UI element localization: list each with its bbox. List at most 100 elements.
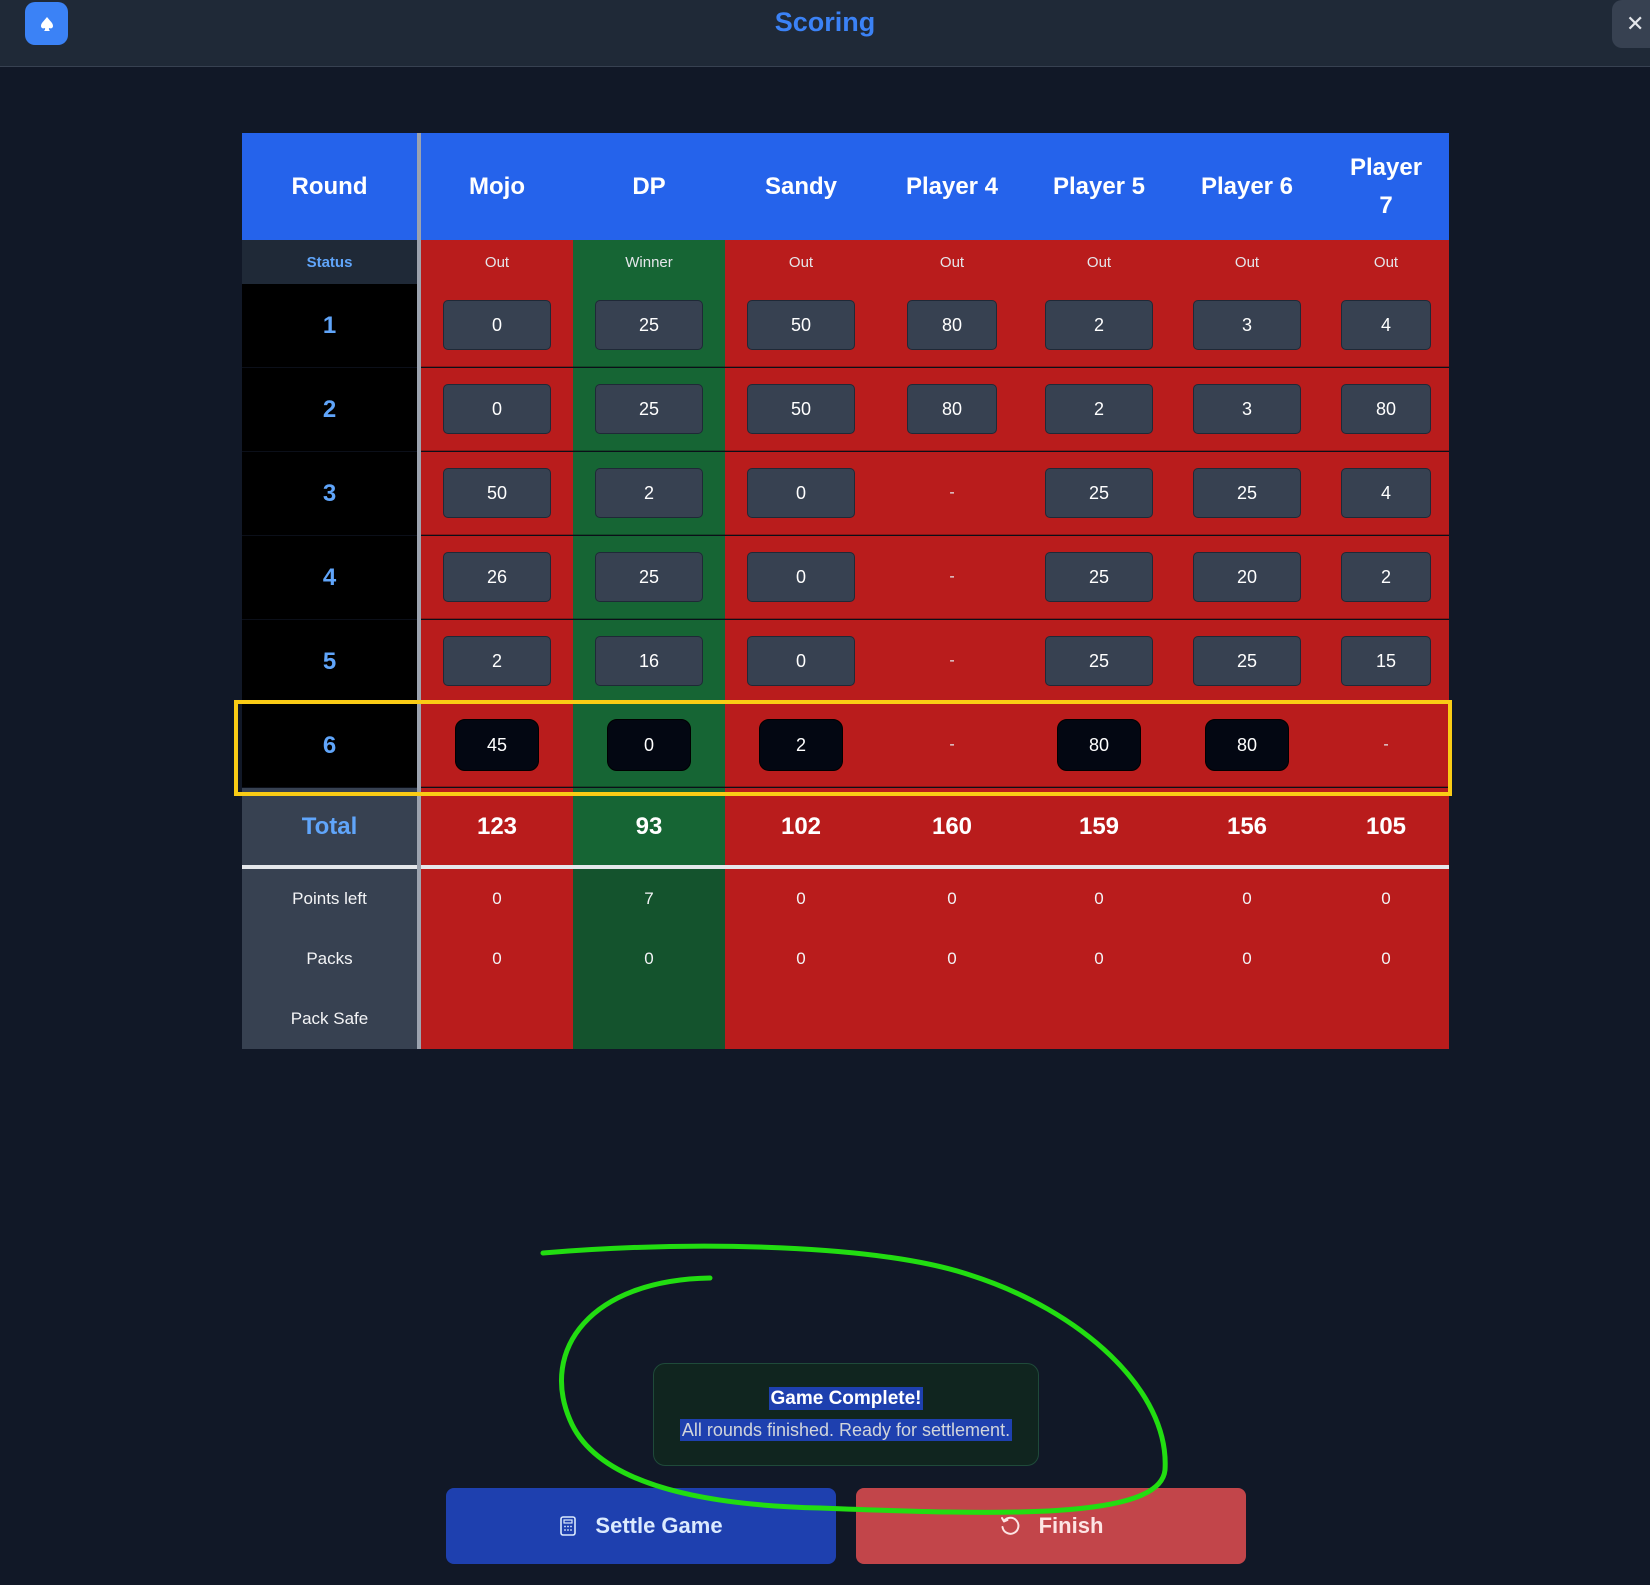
- score-cell: 20: [1171, 536, 1323, 619]
- packs-row: Packs 0 0 0 0 0 0 0: [242, 929, 1449, 989]
- score-input[interactable]: 4: [1341, 468, 1431, 518]
- round-row: 6 45 0 2 - 80 80 -: [242, 704, 1449, 788]
- score-input[interactable]: 0: [747, 468, 855, 518]
- score-input[interactable]: 15: [1341, 636, 1431, 686]
- score-input[interactable]: 0: [607, 719, 691, 771]
- player-name: Player 4: [905, 172, 999, 200]
- score-input[interactable]: 4: [1341, 300, 1431, 350]
- score-input[interactable]: 25: [595, 552, 703, 602]
- packs-value: 0: [725, 929, 877, 989]
- pack-safe-cell: [725, 989, 877, 1049]
- pack-safe-row: Pack Safe: [242, 989, 1449, 1049]
- score-cell: 50: [725, 368, 877, 451]
- player-header-3: Sandy: [725, 133, 877, 240]
- score-input[interactable]: 25: [1193, 636, 1301, 686]
- score-input[interactable]: 0: [747, 552, 855, 602]
- pack-safe-label: Pack Safe: [242, 989, 417, 1049]
- score-input[interactable]: 2: [443, 636, 551, 686]
- player-total: 93: [573, 788, 725, 865]
- score-input[interactable]: 20: [1193, 552, 1301, 602]
- score-input[interactable]: 80: [907, 300, 997, 350]
- score-cell: 2: [1323, 536, 1449, 619]
- score-input[interactable]: 2: [1045, 300, 1153, 350]
- player-header-7: Player 7: [1323, 133, 1449, 240]
- score-cell: -: [1323, 704, 1449, 787]
- score-input[interactable]: 25: [595, 384, 703, 434]
- score-cell: 80: [1027, 704, 1171, 787]
- score-cell: 25: [1171, 620, 1323, 703]
- score-cell: -: [877, 704, 1027, 787]
- score-input[interactable]: 0: [443, 300, 551, 350]
- round-row: 3 50 2 0 - 25 25 4: [242, 452, 1449, 536]
- score-input[interactable]: 25: [1045, 468, 1153, 518]
- player-status: Out: [877, 240, 1027, 284]
- score-input[interactable]: 50: [747, 300, 855, 350]
- round-number: 4: [242, 536, 417, 619]
- score-input[interactable]: 3: [1193, 384, 1301, 434]
- score-input[interactable]: 50: [443, 468, 551, 518]
- round-number: 2: [242, 368, 417, 451]
- points-left-value: 0: [1027, 869, 1171, 929]
- player-name: Player 7: [1349, 153, 1423, 219]
- empty-score: -: [949, 652, 955, 669]
- player-status: Out: [725, 240, 877, 284]
- notice-title: Game Complete!: [768, 1387, 924, 1410]
- score-cell: 25: [1171, 452, 1323, 535]
- score-input[interactable]: 2: [595, 468, 703, 518]
- refresh-icon: [1000, 1516, 1019, 1535]
- score-input[interactable]: 25: [1045, 552, 1153, 602]
- player-header-6: Player 6: [1171, 133, 1323, 240]
- player-header-5: Player 5: [1027, 133, 1171, 240]
- score-cell: 25: [1027, 620, 1171, 703]
- score-cell: 45: [421, 704, 573, 787]
- finish-label: Finish: [1038, 1513, 1104, 1538]
- points-left-value: 0: [1323, 869, 1449, 929]
- score-input[interactable]: 25: [595, 300, 703, 350]
- score-cell: 2: [573, 452, 725, 535]
- score-input[interactable]: 25: [1193, 468, 1301, 518]
- player-header-4: Player 4: [877, 133, 1027, 240]
- player-total: 156: [1171, 788, 1323, 865]
- empty-score: -: [949, 484, 955, 501]
- score-input[interactable]: 80: [1341, 384, 1431, 434]
- score-cell: 80: [1323, 368, 1449, 451]
- score-cell: -: [877, 452, 1027, 535]
- score-input[interactable]: 16: [595, 636, 703, 686]
- player-name: Sandy: [764, 172, 838, 200]
- score-input[interactable]: 0: [747, 636, 855, 686]
- points-left-value: 0: [877, 869, 1027, 929]
- score-cell: 0: [725, 620, 877, 703]
- score-input[interactable]: 80: [1205, 719, 1289, 771]
- player-header-2: DP: [573, 133, 725, 240]
- round-row: 2 0 25 50 80 2 3 80: [242, 368, 1449, 452]
- points-left-value: 0: [725, 869, 877, 929]
- finish-button[interactable]: Finish: [856, 1488, 1246, 1564]
- player-total: 105: [1323, 788, 1449, 865]
- score-input[interactable]: 2: [1045, 384, 1153, 434]
- packs-value: 0: [1027, 929, 1171, 989]
- score-cell: 2: [421, 620, 573, 703]
- score-input[interactable]: 26: [443, 552, 551, 602]
- score-cell: -: [877, 620, 1027, 703]
- score-input[interactable]: 2: [759, 719, 843, 771]
- score-input[interactable]: 3: [1193, 300, 1301, 350]
- score-input[interactable]: 2: [1341, 552, 1431, 602]
- packs-label: Packs: [242, 929, 417, 989]
- score-cell: 2: [725, 704, 877, 787]
- notice-text: All rounds finished. Ready for settlemen…: [679, 1419, 1013, 1441]
- score-cell: 26: [421, 536, 573, 619]
- score-input[interactable]: 45: [455, 719, 539, 771]
- game-complete-notice: Game Complete! All rounds finished. Read…: [653, 1363, 1039, 1466]
- settle-game-button[interactable]: Settle Game: [446, 1488, 836, 1564]
- score-input[interactable]: 80: [907, 384, 997, 434]
- empty-score: -: [1383, 736, 1389, 753]
- close-button[interactable]: ✕: [1612, 0, 1650, 48]
- score-input[interactable]: 80: [1057, 719, 1141, 771]
- score-cell: 25: [1027, 452, 1171, 535]
- score-input[interactable]: 25: [1045, 636, 1153, 686]
- score-cell: 0: [421, 368, 573, 451]
- points-left-label: Points left: [242, 869, 417, 929]
- score-cell: 0: [725, 536, 877, 619]
- score-input[interactable]: 50: [747, 384, 855, 434]
- score-input[interactable]: 0: [443, 384, 551, 434]
